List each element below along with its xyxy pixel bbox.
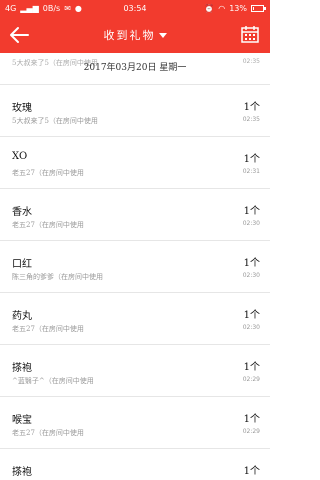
list-item[interactable]: XO 老五27（在房间中使用 1个 02:31 — [0, 137, 270, 189]
item-time: 02:29 — [242, 376, 260, 383]
caret-down-icon — [158, 33, 167, 38]
alarm-icon: ⏰ — [204, 4, 215, 13]
battery-percent: 13% — [229, 4, 247, 13]
app-header: 收到礼物 — [0, 17, 270, 53]
page-title: 收到礼物 — [103, 29, 156, 42]
gift-count: 1个 — [243, 362, 260, 373]
status-bar: 4G ▂▄▆ 0B/s ✉ ● 03:54 ⏰ ◠ 13% — [0, 0, 270, 17]
gift-count: 1个 — [243, 102, 260, 113]
item-time: 02:31 — [242, 168, 260, 175]
list-item[interactable]: 玫瑰 5大叔来了5（在房间中使用 1个 02:35 — [0, 85, 270, 137]
list-item[interactable]: 香水老五27（在房间中使用 1个 02:30 — [0, 189, 270, 241]
gift-count: 1个 — [243, 154, 260, 165]
list-item[interactable]: 搽袍 ^蓝翳子^（在房间中使用 1个 02:29 — [0, 345, 270, 397]
item-time: 02:30 — [242, 220, 260, 227]
list-item[interactable]: 药丸老五27（在房间中使用 1个 02:30 — [0, 293, 270, 345]
calendar-icon[interactable] — [240, 24, 260, 44]
battery-icon — [251, 5, 266, 12]
item-sender: ^蓝翳子^（在房间中使用 — [12, 377, 94, 385]
item-time: 02:30 — [242, 272, 260, 279]
item-sender: 5大叔来了5（在房间中使用 — [12, 117, 98, 125]
item-sender: 老五27（在房间中使用 — [12, 169, 84, 177]
gift-count: 1个 — [243, 414, 260, 425]
gift-name: 搽袍 — [12, 467, 32, 478]
item-time: 02:29 — [242, 428, 260, 435]
gift-name: 玫瑰 — [12, 103, 32, 114]
gift-name: 药丸 — [12, 311, 32, 322]
date-header: 2017年03月20日 星期一 — [83, 63, 187, 73]
item-time: 02:35 — [242, 116, 260, 123]
gift-name: XO — [12, 151, 28, 162]
gift-count: 1个 — [243, 310, 260, 321]
item-sender: 老五27（在房间中使用 — [12, 325, 84, 333]
battery-fill — [253, 7, 254, 10]
status-right: ⏰ ◠ 13% — [204, 4, 266, 13]
item-sender: 老五27（在房间中使用 — [12, 221, 84, 229]
list-item[interactable]: 口红陈三角的爹爹（在房间中使用 1个 02:30 — [0, 241, 270, 293]
title-dropdown[interactable]: 收到礼物 — [0, 27, 270, 43]
item-time: 02:30 — [242, 324, 260, 331]
item-sender: 陈三角的爹爹（在房间中使用 — [12, 273, 103, 281]
gift-count: 1个 — [243, 258, 260, 269]
list-item[interactable]: 喉宝老五27（在房间中使用 1个 02:29 — [0, 397, 270, 449]
gift-name: 喉宝 — [12, 415, 32, 426]
gift-count: 1个 — [243, 206, 260, 217]
wifi-icon: ◠ — [218, 4, 226, 13]
gift-name: 搽袍 — [12, 363, 32, 374]
gift-name: 香水 — [12, 207, 32, 218]
gift-name: 口红 — [12, 259, 32, 270]
gift-count: 1个 — [243, 466, 260, 477]
list-item[interactable]: 搽袍 1个 — [0, 449, 270, 480]
item-sender: 老五27（在房间中使用 — [12, 429, 84, 437]
